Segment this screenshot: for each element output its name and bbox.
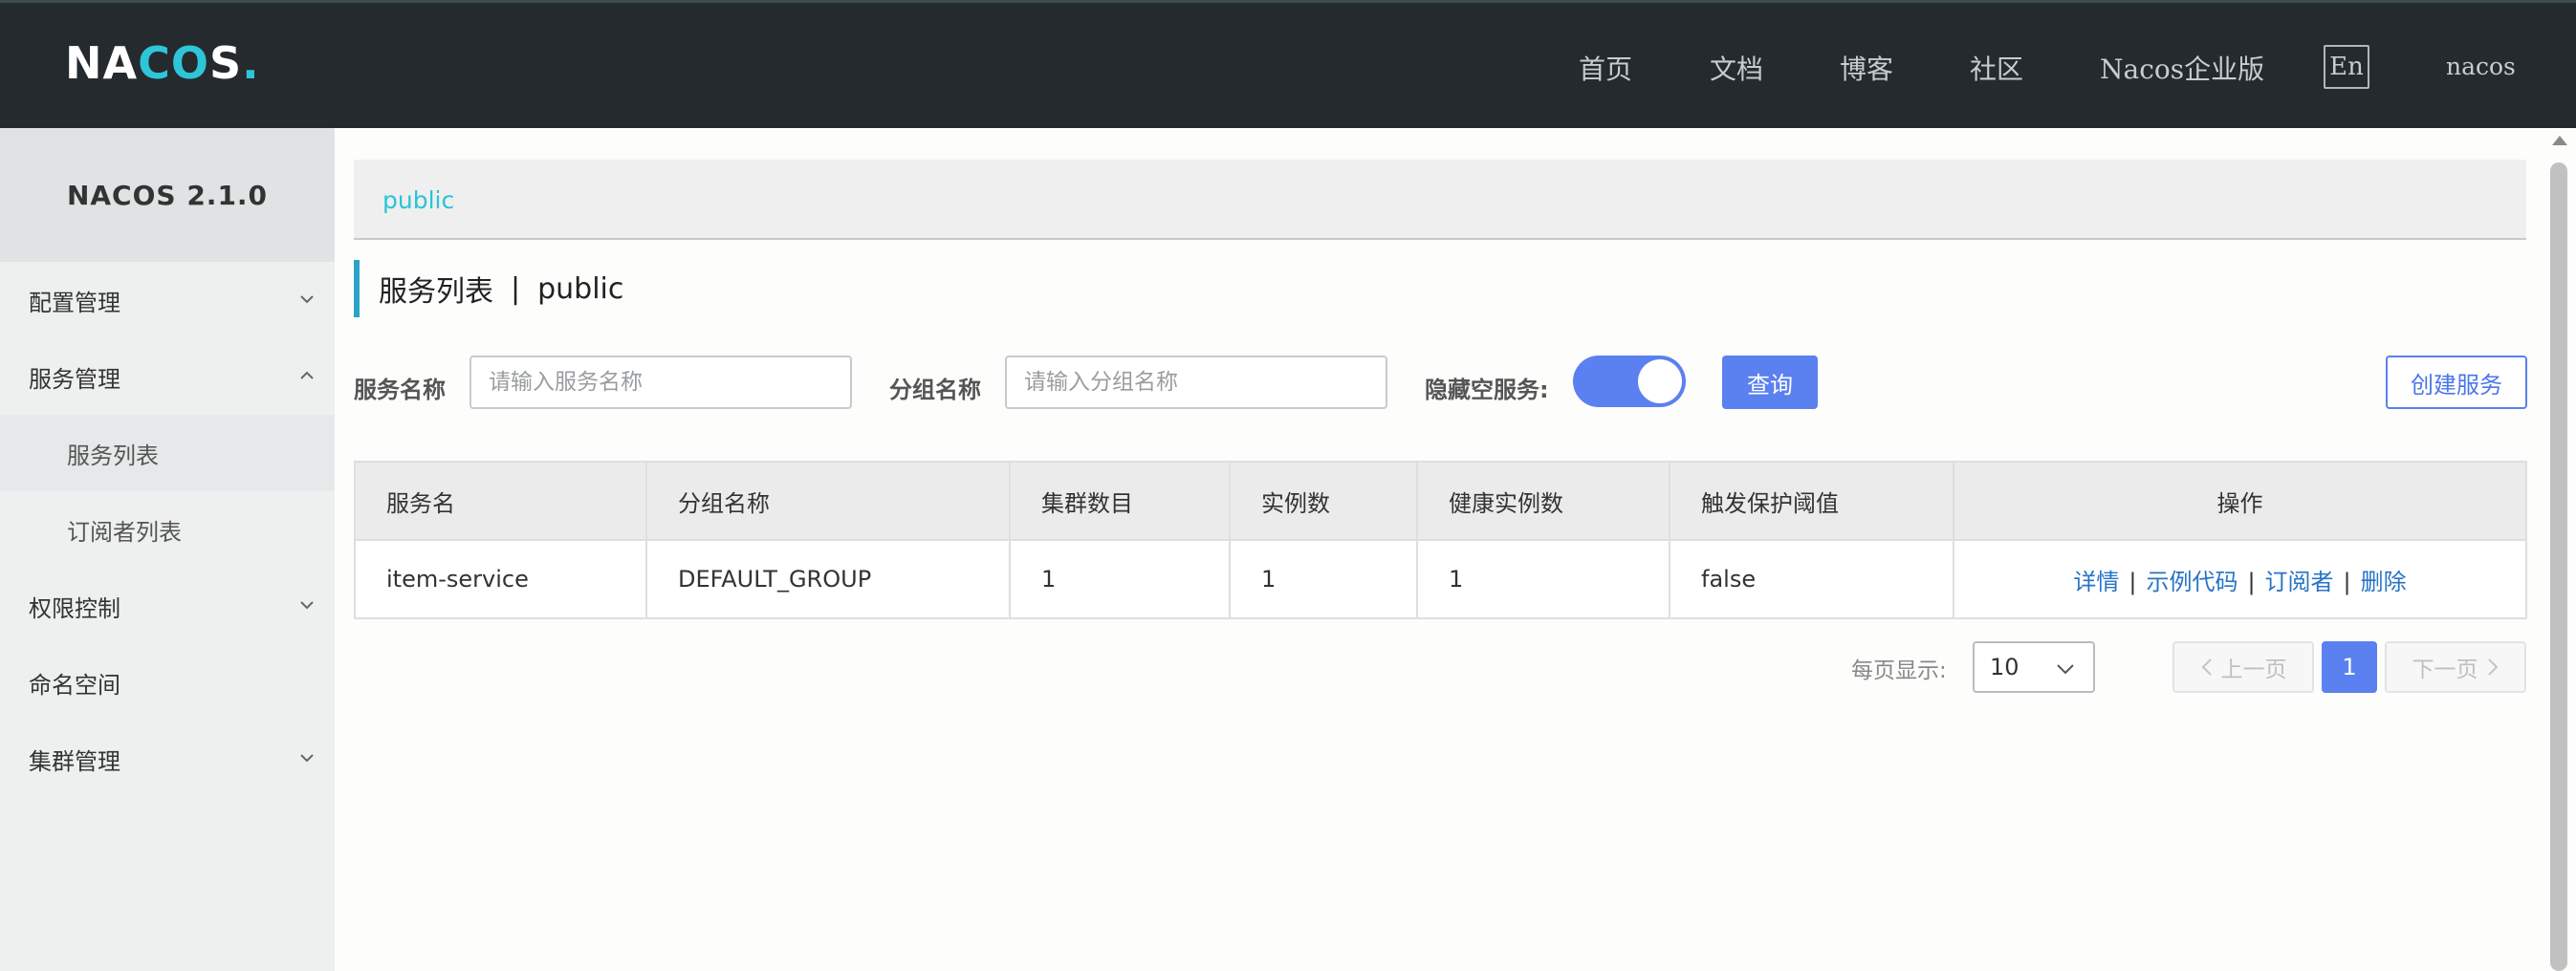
sidebar-item-label: 权限控制 (29, 594, 120, 622)
page-size-label: 每页显示: (1851, 658, 1947, 683)
sidebar-item-subscriber-list[interactable]: 订阅者列表 (0, 491, 335, 568)
column-header-group: 分组名称 (646, 462, 1011, 541)
chevron-left-icon (2200, 657, 2214, 678)
sidebar-item-label: 配置管理 (29, 289, 120, 316)
chevron-down-icon (298, 596, 316, 614)
sidebar-item-label: 服务列表 (67, 442, 159, 469)
subscribers-link[interactable]: 订阅者 (2265, 569, 2334, 595)
sidebar-item-access-control[interactable]: 权限控制 (0, 568, 335, 644)
cell-operations: 详情 | 示例代码 | 订阅者 | 删除 (1954, 540, 2527, 619)
action-separator: | (2247, 568, 2256, 595)
language-toggle-button[interactable]: En (2324, 45, 2369, 89)
namespace-link-public[interactable]: public (382, 186, 454, 214)
table-header-row: 服务名 分组名称 集群数目 实例数 健康实例数 触发保护阈值 操作 (355, 462, 2527, 541)
sidebar-item-label: 集群管理 (29, 747, 120, 775)
delete-link[interactable]: 删除 (2361, 569, 2407, 595)
toggle-knob (1638, 359, 1682, 403)
column-header-operations: 操作 (1954, 462, 2527, 541)
prev-page-label: 上一页 (2220, 658, 2287, 682)
sidebar-item-label: 服务管理 (29, 365, 120, 393)
group-name-label: 分组名称 (889, 377, 981, 403)
chevron-right-icon (2486, 657, 2500, 678)
cell-group-name: DEFAULT_GROUP (646, 540, 1011, 619)
next-page-label: 下一页 (2412, 658, 2478, 682)
sidebar-item-label: 订阅者列表 (67, 518, 182, 546)
service-name-input[interactable] (469, 356, 852, 409)
nav-blog[interactable]: 博客 (1840, 49, 1893, 87)
sidebar-item-cluster-management[interactable]: 集群管理 (0, 721, 335, 797)
page-title-text: 服务列表 (379, 275, 493, 309)
page-size-value: 10 (1990, 654, 2019, 680)
chevron-down-icon (298, 749, 316, 766)
vertical-scrollbar[interactable] (2543, 128, 2576, 971)
prev-page-button[interactable]: 上一页 (2172, 641, 2314, 693)
create-service-button[interactable]: 创建服务 (2386, 356, 2527, 409)
cell-protect-threshold: false (1670, 540, 1954, 619)
column-header-service: 服务名 (355, 462, 647, 541)
query-button[interactable]: 查询 (1722, 356, 1818, 409)
chevron-down-icon (298, 291, 316, 308)
hide-empty-toggle[interactable] (1573, 356, 1686, 407)
next-page-button[interactable]: 下一页 (2385, 641, 2526, 693)
scrollbar-thumb[interactable] (2550, 162, 2567, 971)
nav-community[interactable]: 社区 (1970, 49, 2023, 87)
column-header-threshold: 触发保护阈值 (1670, 462, 1954, 541)
action-separator: | (2343, 568, 2351, 595)
table-row: item-service DEFAULT_GROUP 1 1 1 false 详… (355, 540, 2527, 619)
cell-service-name: item-service (355, 540, 647, 619)
column-header-clusters: 集群数目 (1010, 462, 1231, 541)
cell-instance-count: 1 (1230, 540, 1418, 619)
hide-empty-label: 隐藏空服务: (1425, 377, 1549, 403)
nav-home[interactable]: 首页 (1579, 49, 1632, 87)
chevron-down-icon (2055, 658, 2076, 685)
sample-code-link[interactable]: 示例代码 (2146, 569, 2238, 595)
user-menu[interactable]: nacos (2446, 53, 2516, 80)
page-title-separator: | (511, 271, 521, 306)
sidebar-item-service-management[interactable]: 服务管理 (0, 338, 335, 415)
service-table: 服务名 分组名称 集群数目 实例数 健康实例数 触发保护阈值 操作 item-s… (354, 461, 2527, 619)
main-content: public 服务列表 | public 服务名称 分组名称 隐藏空服务: 查询… (335, 128, 2543, 971)
top-nav: 首页 文档 博客 社区 Nacos企业版 En nacos (0, 3, 2576, 128)
cell-cluster-count: 1 (1010, 540, 1231, 619)
nav-docs[interactable]: 文档 (1710, 49, 1763, 87)
column-header-instances: 实例数 (1230, 462, 1418, 541)
page-title: 服务列表 | public (354, 260, 623, 317)
sidebar-title: NACOS 2.1.0 (0, 128, 335, 262)
page-size-select[interactable]: 10 (1973, 641, 2095, 693)
detail-link[interactable]: 详情 (2073, 569, 2119, 595)
sidebar-item-label: 命名空间 (29, 671, 120, 699)
sidebar-item-service-list[interactable]: 服务列表 (0, 415, 335, 491)
nav-enterprise[interactable]: Nacos企业版 (2100, 49, 2264, 87)
group-name-input[interactable] (1005, 356, 1387, 409)
sidebar-item-config-management[interactable]: 配置管理 (0, 262, 335, 338)
sidebar: NACOS 2.1.0 配置管理 服务管理 服务列表 订阅者列表 权限控制 命名… (0, 128, 335, 971)
column-header-healthy: 健康实例数 (1417, 462, 1670, 541)
action-separator: | (2128, 568, 2137, 595)
chevron-up-icon (298, 367, 316, 384)
cell-healthy-count: 1 (1417, 540, 1670, 619)
namespace-bar: public (354, 160, 2526, 240)
current-page-button[interactable]: 1 (2322, 641, 2377, 693)
scroll-up-arrow-icon[interactable] (2552, 136, 2567, 145)
page-title-namespace: public (537, 271, 624, 306)
sidebar-item-namespace[interactable]: 命名空间 (0, 644, 335, 721)
top-header: NA C O S. 首页 文档 博客 社区 Nacos企业版 En nacos (0, 0, 2576, 128)
service-name-label: 服务名称 (354, 377, 446, 403)
